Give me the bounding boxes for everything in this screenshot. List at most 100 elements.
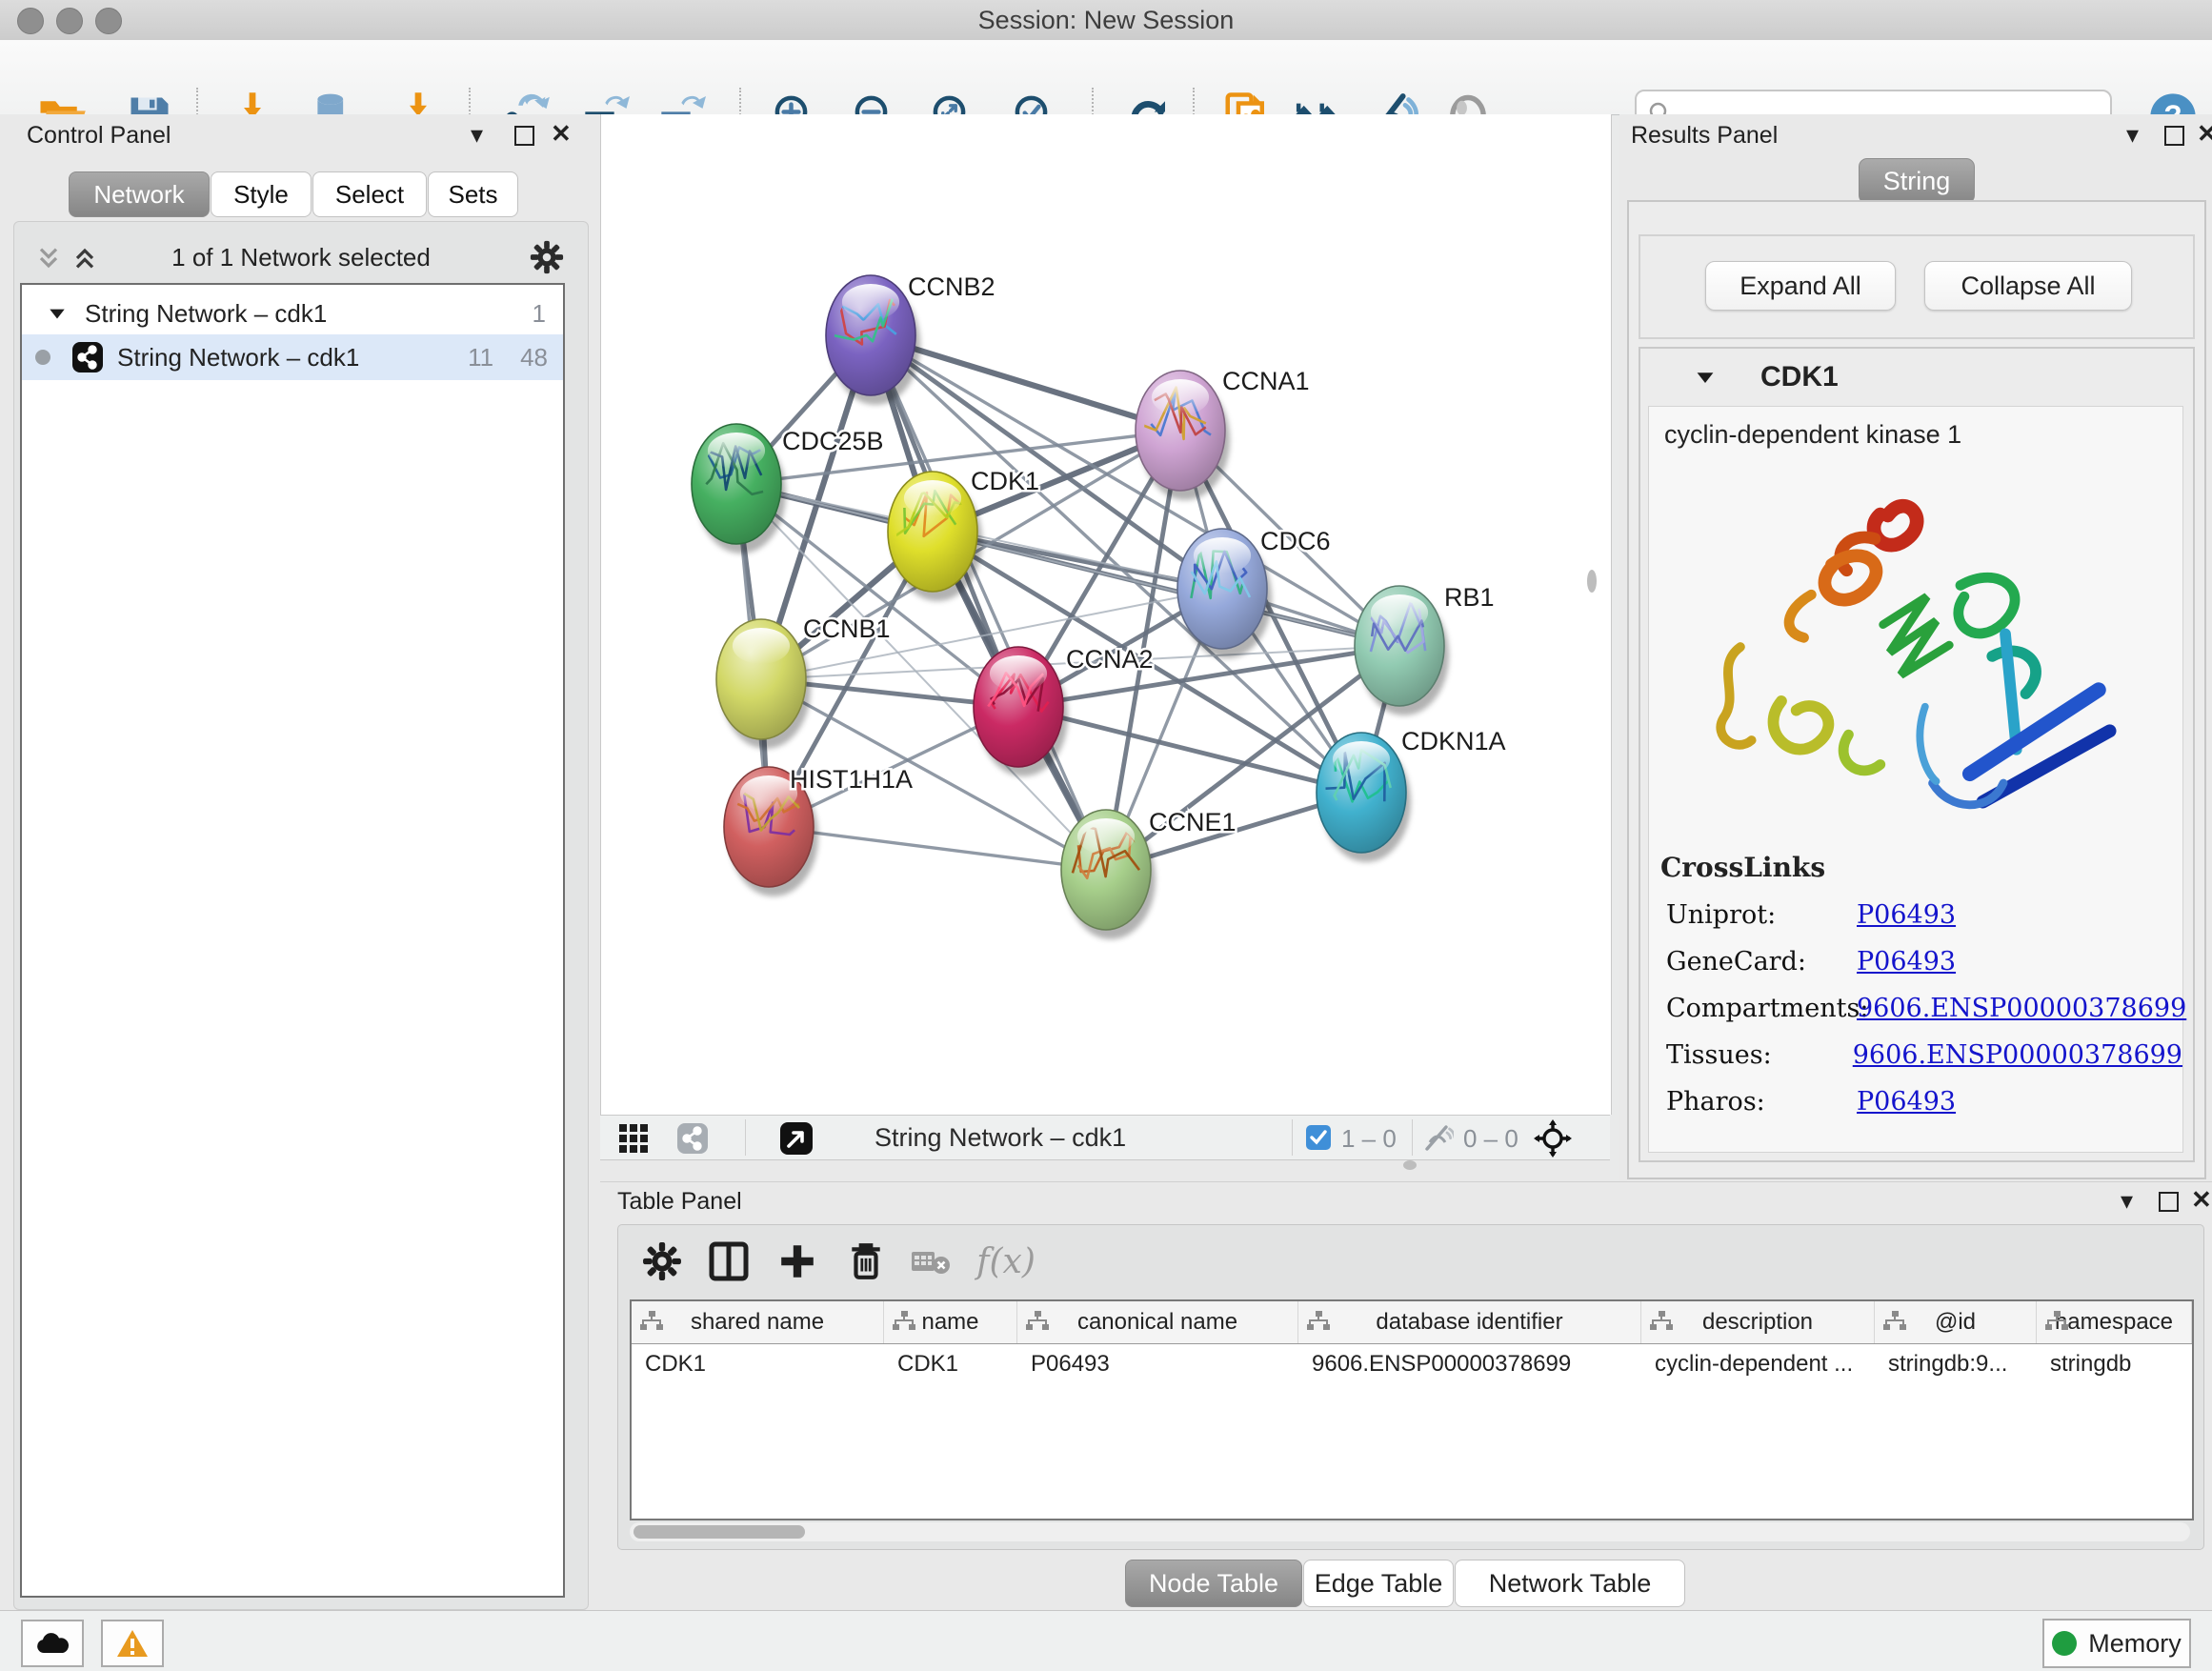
tab-sets[interactable]: Sets (428, 171, 518, 217)
column-header-name[interactable]: name (884, 1301, 1017, 1343)
column-header-shared-name[interactable]: shared name (632, 1301, 884, 1343)
grid-view-icon[interactable] (619, 1124, 648, 1153)
hidden-counter: 0 – 0 (1463, 1124, 1518, 1154)
results-panel-float-icon[interactable] (2164, 126, 2184, 146)
table-panel-close-icon[interactable]: ✕ (2191, 1185, 2212, 1215)
tab-sets-label: Sets (448, 180, 497, 210)
table-panel-menu-icon[interactable]: ▾ (2121, 1186, 2133, 1216)
cloud-button[interactable] (21, 1620, 84, 1667)
column-header-namespace[interactable]: namespace (2037, 1301, 2192, 1343)
node-HIST1H1A[interactable]: HIST1H1A (724, 765, 913, 896)
tab-select[interactable]: Select (312, 171, 427, 217)
tab-network-label: Network (93, 180, 184, 210)
table-cell[interactable]: P06493 (1017, 1351, 1298, 1378)
function-builder-icon[interactable]: f(x) (963, 1235, 1049, 1288)
main-toolbar: ? (0, 40, 2212, 115)
network-canvas[interactable]: CCNB2CCNA1CDC25BCDK1CDC6RB1CCNB1CCNA2CDK… (600, 114, 1612, 1115)
tab-node-table[interactable]: Node Table (1125, 1560, 1302, 1607)
entry-collapse-icon[interactable] (1694, 366, 1717, 389)
split-handle[interactable] (1403, 1160, 1417, 1170)
cloud-icon (35, 1631, 70, 1656)
network-row-label: String Network – cdk1 (117, 343, 359, 372)
tab-network[interactable]: Network (69, 171, 210, 217)
memory-button[interactable]: Memory (2042, 1619, 2191, 1668)
node-label-HIST1H1A: HIST1H1A (790, 765, 913, 794)
window-title: Session: New Session (0, 6, 2212, 35)
fx-label: f(x) (976, 1242, 1036, 1281)
network-row-selected[interactable]: String Network – cdk1 11 48 (22, 334, 563, 380)
collapse-all-button[interactable]: Collapse All (1924, 261, 2132, 311)
node-RB1[interactable]: RB1 (1355, 583, 1495, 715)
column-header-canonical-name[interactable]: canonical name (1017, 1301, 1298, 1343)
string-results-container: Expand All Collapse All CDK1 cyclin-depe… (1627, 200, 2206, 1179)
network-options-gear-icon[interactable] (529, 239, 565, 275)
hidden-eye-icon[interactable] (1423, 1124, 1454, 1153)
tree-expand-icon[interactable] (47, 303, 68, 324)
control-panel-float-icon[interactable] (514, 126, 534, 146)
table-cell[interactable]: stringdb (2037, 1351, 2192, 1378)
tab-style[interactable]: Style (211, 171, 312, 217)
control-panel-close-icon[interactable]: ✕ (551, 119, 572, 149)
column-header-description[interactable]: description (1641, 1301, 1875, 1343)
entry-description: cyclin-dependent kinase 1 (1664, 420, 2182, 450)
node-label-CCNB1: CCNB1 (803, 614, 891, 643)
results-panel-close-icon[interactable]: ✕ (2197, 119, 2212, 149)
expand-all-button[interactable]: Expand All (1705, 261, 1896, 311)
crosslink-link[interactable]: P06493 (1857, 1087, 1956, 1117)
tab-select-label: Select (335, 180, 404, 210)
tab-network-table[interactable]: Network Table (1455, 1560, 1685, 1607)
crosslink-link[interactable]: 9606.ENSP00000378699 (1853, 1040, 2182, 1070)
crosslinks-title: CrossLinks (1660, 852, 2182, 883)
node-CCNB1[interactable]: CCNB1 (716, 614, 891, 749)
split-handle[interactable] (1587, 570, 1597, 593)
node-CCNE1[interactable]: CCNE1 (1061, 808, 1237, 939)
table-horizontal-scrollbar[interactable] (630, 1522, 2190, 1541)
results-panel-title: Results Panel (1631, 122, 1778, 150)
crosslink-link[interactable]: P06493 (1857, 900, 1956, 930)
bar-divider (1412, 1119, 1413, 1156)
table-cell[interactable]: 9606.ENSP00000378699 (1298, 1351, 1641, 1378)
results-panel-menu-icon[interactable]: ▾ (2126, 120, 2139, 150)
crosslink-link[interactable]: 9606.ENSP00000378699 (1857, 994, 2186, 1023)
table-settings-gear-icon[interactable] (635, 1235, 689, 1288)
node-CCNB2[interactable]: CCNB2 (826, 272, 995, 405)
results-panel: Results Panel ▾ ✕ String Expand All Coll… (1619, 114, 2212, 1181)
warning-button[interactable] (101, 1620, 164, 1667)
table-cell[interactable]: stringdb:9... (1875, 1351, 2037, 1378)
add-column-icon[interactable] (771, 1235, 824, 1288)
node-CDKN1A[interactable]: CDKN1A (1317, 727, 1506, 862)
network-graph: CCNB2CCNA1CDC25BCDK1CDC6RB1CCNB1CCNA2CDK… (601, 114, 1611, 1115)
tab-edge-table[interactable]: Edge Table (1303, 1560, 1454, 1607)
bar-divider (745, 1119, 746, 1156)
column-header-database-identifier[interactable]: database identifier (1298, 1301, 1641, 1343)
show-columns-icon[interactable] (702, 1235, 755, 1288)
crosslink-link[interactable]: P06493 (1857, 947, 1956, 976)
selected-checkbox-icon[interactable] (1305, 1124, 1332, 1151)
detach-view-icon[interactable] (779, 1121, 814, 1156)
delete-table-icon[interactable] (904, 1235, 957, 1288)
table-cell[interactable]: cyclin-dependent ... (1641, 1351, 1875, 1378)
column-header-id[interactable]: @id (1875, 1301, 2037, 1343)
cdk1-entry-header[interactable]: CDK1 (1640, 349, 2193, 406)
cdk1-entry-body: cyclin-dependent kinase 1 (1648, 406, 2183, 1153)
crosslink-row-genecard: GeneCard:P06493 (1666, 947, 2182, 976)
tab-string[interactable]: String (1859, 158, 1975, 204)
table-row[interactable]: CDK1CDK1P064939606.ENSP00000378699cyclin… (632, 1344, 2192, 1384)
delete-column-icon[interactable] (839, 1235, 893, 1288)
table-panel-float-icon[interactable] (2159, 1192, 2179, 1212)
table-cell[interactable]: CDK1 (632, 1351, 884, 1378)
network-thumbnail-icon[interactable] (676, 1122, 709, 1155)
tab-string-label: String (1883, 167, 1951, 196)
node-label-CCNE1: CCNE1 (1149, 808, 1237, 836)
node-CDC25B[interactable]: CDC25B (692, 424, 884, 554)
node-label-CCNA2: CCNA2 (1066, 645, 1154, 674)
scrollbar-thumb[interactable] (633, 1525, 805, 1539)
table-cell[interactable]: CDK1 (884, 1351, 1017, 1378)
control-panel-menu-icon[interactable]: ▾ (471, 120, 483, 150)
edge-HIST1H1A-CCNE1[interactable] (769, 827, 1106, 870)
network-collection-row[interactable]: String Network – cdk1 1 (22, 292, 563, 334)
network-view: CCNB2CCNA1CDC25BCDK1CDC6RB1CCNB1CCNA2CDK… (600, 114, 1610, 1181)
birdseye-crosshair-icon[interactable] (1534, 1119, 1572, 1158)
protein-structure-image (1692, 465, 2140, 836)
node-CCNA1[interactable]: CCNA1 (1136, 367, 1310, 500)
